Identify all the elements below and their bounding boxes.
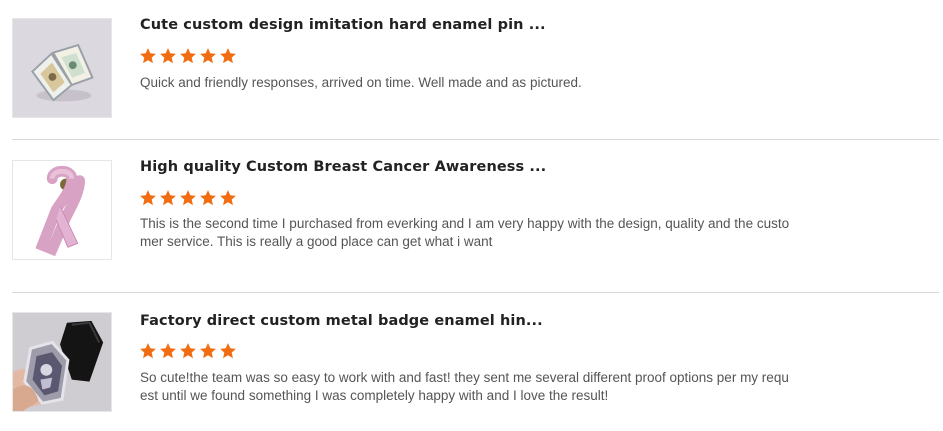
star-icon (159, 189, 177, 207)
star-icon (139, 189, 157, 207)
enamel-pin-book-image (13, 19, 111, 117)
star-icon (179, 342, 197, 360)
review-item: High quality Custom Breast Cancer Awaren… (0, 140, 943, 292)
star-icon (159, 47, 177, 65)
star-icon (179, 189, 197, 207)
product-thumbnail[interactable] (12, 18, 112, 118)
star-icon (219, 189, 237, 207)
star-icon (179, 47, 197, 65)
star-icon (139, 342, 157, 360)
review-comment: Quick and friendly responses, arrived on… (140, 75, 582, 90)
review-list: Cute custom design imitation hard enamel… (0, 0, 943, 431)
star-icon (219, 342, 237, 360)
review-product-title[interactable]: Cute custom design imitation hard enamel… (140, 17, 546, 33)
review-comment: This is the second time I purchased from… (140, 216, 790, 249)
coffin-hinged-pin-image (13, 313, 111, 411)
star-icon (199, 189, 217, 207)
star-icon (199, 342, 217, 360)
star-icon (199, 47, 217, 65)
review-item: Factory direct custom metal badge enamel… (0, 292, 943, 431)
star-icon (219, 47, 237, 65)
star-icon (159, 342, 177, 360)
star-rating (139, 47, 237, 65)
star-rating (139, 189, 237, 207)
pink-ribbon-pin-image (13, 161, 111, 259)
review-product-title[interactable]: Factory direct custom metal badge enamel… (140, 313, 543, 329)
product-thumbnail[interactable] (12, 160, 112, 260)
product-thumbnail[interactable] (12, 312, 112, 412)
star-icon (139, 47, 157, 65)
star-rating (139, 342, 237, 360)
review-product-title[interactable]: High quality Custom Breast Cancer Awaren… (140, 159, 546, 175)
review-item: Cute custom design imitation hard enamel… (0, 0, 943, 140)
review-comment: So cute!the team was so easy to work wit… (140, 370, 789, 403)
